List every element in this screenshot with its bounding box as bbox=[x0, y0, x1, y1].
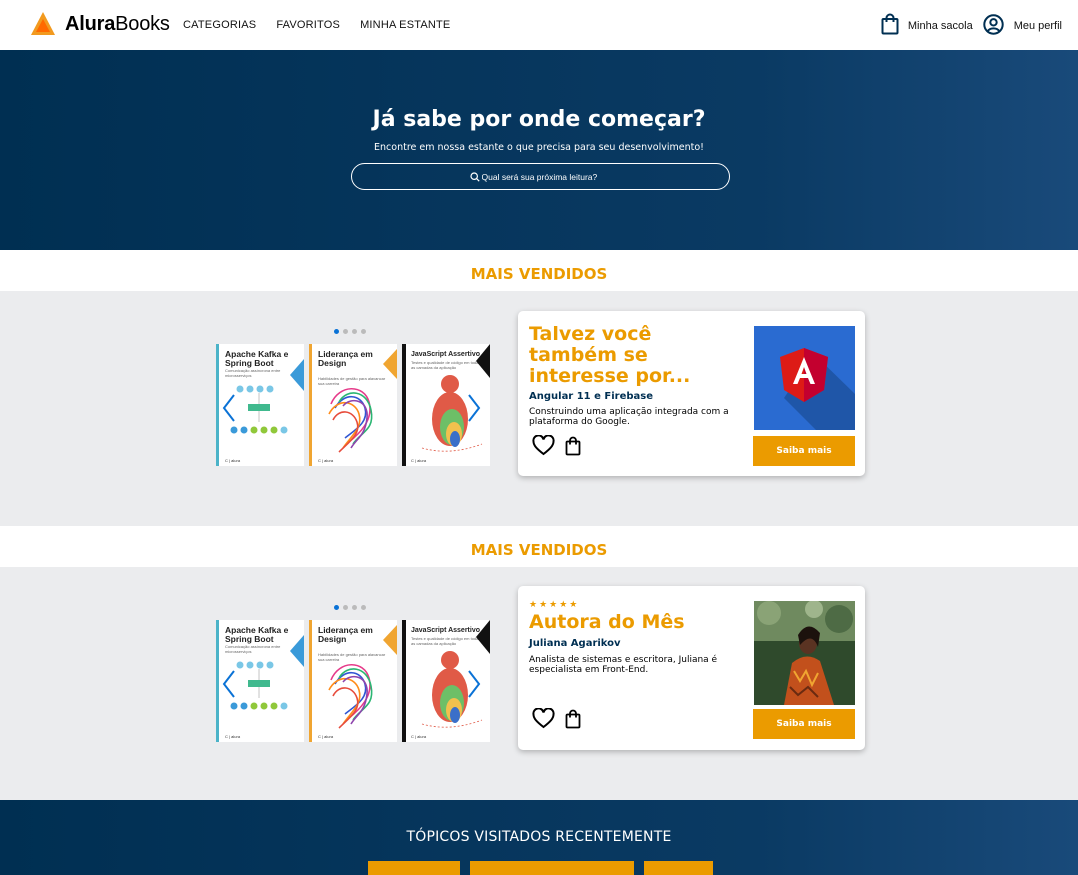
svg-text:C | alura: C | alura bbox=[411, 734, 427, 739]
shopping-bag-icon bbox=[881, 13, 899, 39]
hero-banner: Já sabe por onde começar? Encontre em no… bbox=[0, 50, 1078, 250]
book-covers: Apache Kafka e Spring Boot Comunicação a… bbox=[216, 620, 490, 742]
card-actions bbox=[532, 708, 581, 729]
profile-label: Meu perfil bbox=[1013, 20, 1062, 32]
author-description: Analista de sistemas e escritora, Julian… bbox=[529, 655, 718, 675]
saiba-mais-button[interactable]: Saiba mais bbox=[753, 709, 855, 739]
book-covers: Apache Kafka e Spring Boot Comunicação a… bbox=[216, 344, 490, 466]
carousel-prev-arrow[interactable] bbox=[222, 669, 236, 699]
books-carousel-1: Apache Kafka e Spring Boot Comunicação a… bbox=[216, 329, 490, 469]
header-actions: Minha sacola Meu perfil bbox=[872, 13, 1062, 39]
section-band-2: Apache Kafka e Spring Boot Comunicação a… bbox=[0, 567, 1078, 800]
nav-favoritos[interactable]: FAVORITOS bbox=[276, 19, 340, 31]
carousel-dots bbox=[334, 605, 366, 610]
author-card: ★★★★★ Autora do Mês Juliana Agarikov Ana… bbox=[518, 586, 865, 750]
section-band-1: Apache Kafka e Spring Boot Comunicação a… bbox=[0, 291, 1078, 526]
design-cover-art: C | alura bbox=[318, 349, 397, 463]
design-cover-art: C | alura bbox=[318, 625, 397, 739]
heart-icon[interactable] bbox=[532, 435, 555, 456]
hero-subtitle: Encontre em nossa estante o que precisa … bbox=[374, 142, 704, 153]
carousel-dot[interactable] bbox=[343, 605, 348, 610]
search-icon bbox=[469, 171, 480, 182]
recommendation-card: Talvez você também se interesse por... A… bbox=[518, 311, 865, 476]
main-nav: CATEGORIAS FAVORITOS MINHA ESTANTE bbox=[183, 19, 450, 31]
shopping-bag-icon[interactable] bbox=[565, 436, 581, 456]
section-title-2: MAIS VENDIDOS bbox=[470, 541, 608, 559]
svg-text:C | alura: C | alura bbox=[225, 458, 241, 463]
carousel-dots bbox=[334, 329, 366, 334]
carousel-dot[interactable] bbox=[352, 605, 357, 610]
rating-stars: ★★★★★ bbox=[529, 600, 580, 610]
card-heading: Autora do Mês bbox=[529, 611, 685, 633]
book-cover-design[interactable]: Liderança em Design Habilidades de gestã… bbox=[309, 344, 397, 466]
author-name: Juliana Agarikov bbox=[529, 638, 621, 649]
hero-title: Já sabe por onde começar? bbox=[372, 107, 706, 132]
carousel-dot[interactable] bbox=[361, 329, 366, 334]
angular-book-image bbox=[754, 326, 855, 430]
books-carousel-2: Apache Kafka e Spring Boot Comunicação a… bbox=[216, 605, 490, 745]
card-actions bbox=[532, 435, 581, 456]
svg-text:C | alura: C | alura bbox=[411, 458, 427, 463]
shopping-bag-icon[interactable] bbox=[565, 709, 581, 729]
heart-icon[interactable] bbox=[532, 708, 555, 729]
profile-button[interactable]: Meu perfil bbox=[983, 13, 1062, 39]
saiba-mais-button[interactable]: Saiba mais bbox=[753, 436, 855, 466]
topic-chip[interactable] bbox=[644, 861, 713, 875]
nav-categorias[interactable]: CATEGORIAS bbox=[183, 19, 256, 31]
section-title-1: MAIS VENDIDOS bbox=[470, 265, 608, 283]
topic-chip[interactable] bbox=[368, 861, 460, 875]
author-photo bbox=[754, 601, 855, 705]
svg-text:C | alura: C | alura bbox=[225, 734, 241, 739]
carousel-dot[interactable] bbox=[352, 329, 357, 334]
logo-icon bbox=[30, 11, 56, 37]
topics-title: TÓPICOS VISITADOS RECENTEMENTE bbox=[406, 829, 672, 845]
recent-topics-section: TÓPICOS VISITADOS RECENTEMENTE bbox=[0, 800, 1078, 875]
search-input[interactable] bbox=[481, 171, 612, 182]
book-name: Angular 11 e Firebase bbox=[529, 391, 653, 402]
bag-button[interactable]: Minha sacola bbox=[881, 13, 973, 39]
bag-label: Minha sacola bbox=[907, 20, 973, 32]
carousel-dot[interactable] bbox=[343, 329, 348, 334]
carousel-dot[interactable] bbox=[334, 329, 339, 334]
book-cover-design[interactable]: Liderança em Design Habilidades de gestã… bbox=[309, 620, 397, 742]
logo[interactable]: AluraBooks bbox=[30, 11, 170, 37]
carousel-next-arrow[interactable] bbox=[467, 669, 481, 699]
logo-text: AluraBooks bbox=[65, 12, 170, 35]
carousel-prev-arrow[interactable] bbox=[222, 393, 236, 423]
top-header: AluraBooks CATEGORIAS FAVORITOS MINHA ES… bbox=[0, 0, 1078, 50]
carousel-dot[interactable] bbox=[361, 605, 366, 610]
svg-text:C | alura: C | alura bbox=[318, 458, 334, 463]
carousel-dot[interactable] bbox=[334, 605, 339, 610]
card-heading: Talvez você também se interesse por... bbox=[529, 323, 691, 387]
carousel-next-arrow[interactable] bbox=[467, 393, 481, 423]
nav-minha-estante[interactable]: MINHA ESTANTE bbox=[360, 19, 450, 31]
svg-text:C | alura: C | alura bbox=[318, 734, 334, 739]
search-box[interactable] bbox=[351, 163, 730, 190]
topic-chip[interactable] bbox=[470, 861, 634, 875]
book-description: Construindo uma aplicação integrada com … bbox=[529, 407, 729, 427]
user-icon bbox=[983, 13, 1004, 39]
